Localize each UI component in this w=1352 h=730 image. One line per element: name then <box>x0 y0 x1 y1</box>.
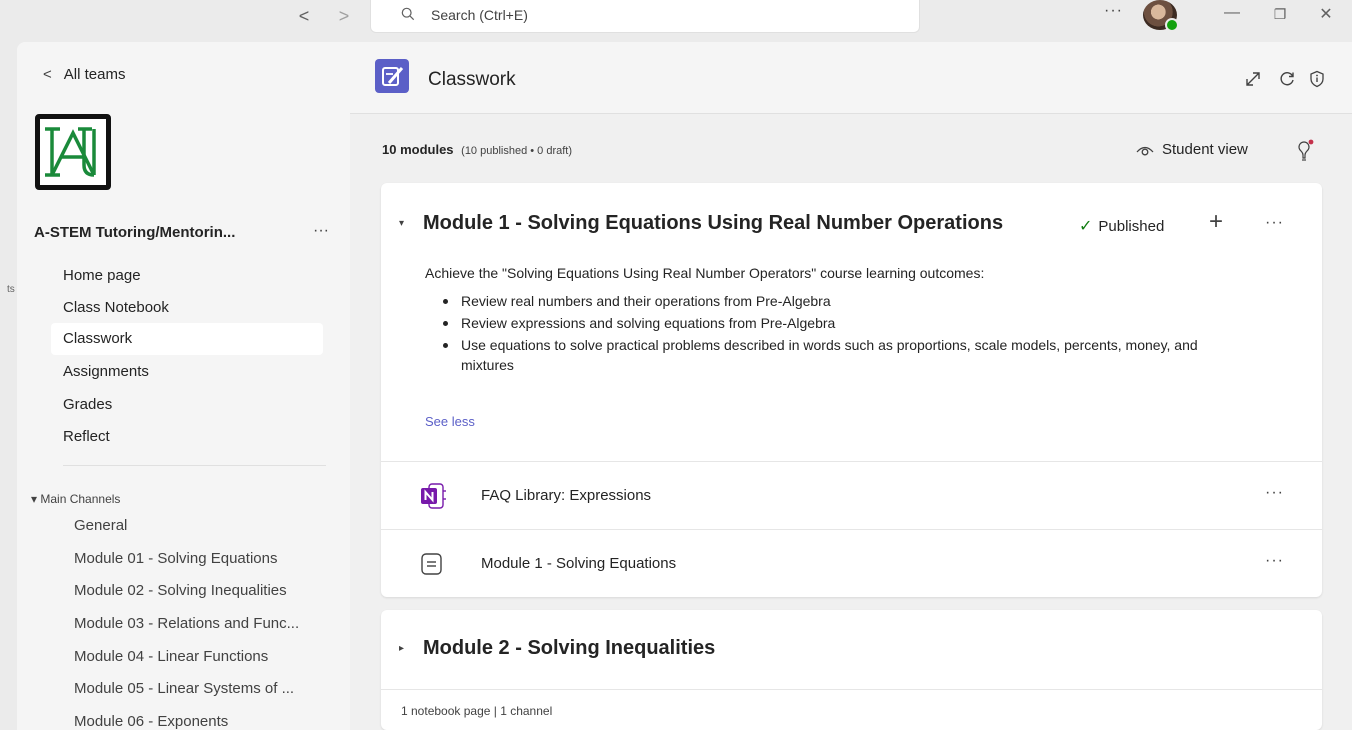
channel-general[interactable]: General <box>74 517 127 534</box>
shield-info-icon[interactable] <box>1308 70 1326 88</box>
search-box[interactable]: Search (Ctrl+E) <box>370 0 920 33</box>
module-resource-summary: 1 notebook page | 1 channel <box>401 704 553 718</box>
module-description: Achieve the "Solving Equations Using Rea… <box>425 265 985 281</box>
channel-module-06[interactable]: Module 06 - Exponents <box>74 713 228 730</box>
learning-outcome: Review expressions and solving equations… <box>425 313 1245 333</box>
add-resource-button[interactable]: + <box>1209 208 1223 236</box>
back-arrow-button[interactable]: < <box>294 6 314 27</box>
all-teams-label: All teams <box>63 66 126 83</box>
module-card: ▾ Module 1 - Solving Equations Using Rea… <box>381 183 1322 597</box>
channel-post-icon <box>421 553 442 575</box>
restore-button[interactable]: ❐ <box>1270 6 1290 23</box>
team-logo <box>35 114 111 190</box>
avatar[interactable] <box>1143 0 1179 32</box>
modules-count: 10 modules <box>382 142 454 157</box>
presence-available-icon <box>1165 18 1179 32</box>
forward-arrow-button[interactable]: > <box>334 6 354 27</box>
close-button[interactable]: ✕ <box>1316 4 1336 24</box>
resource-label: Module 1 - Solving Equations <box>481 555 677 572</box>
minimize-button[interactable]: — <box>1222 4 1242 22</box>
team-name: A-STEM Tutoring/Mentorin... <box>34 224 236 241</box>
main-pane: Classwork 10 modules (10 published • 0 d… <box>350 42 1352 730</box>
learning-outcome: Use equations to solve practical problem… <box>425 335 1245 375</box>
page-title: Classwork <box>428 69 516 90</box>
search-placeholder: Search (Ctrl+E) <box>431 7 528 23</box>
see-less-link[interactable]: See less <box>425 414 475 429</box>
team-logo-icon <box>45 127 96 177</box>
classwork-header: Classwork <box>350 42 1352 114</box>
all-teams-link[interactable]: < All teams <box>43 66 125 83</box>
lightbulb-icon[interactable] <box>1294 139 1314 161</box>
resource-more-button[interactable]: ··· <box>1265 484 1284 502</box>
modules-summary: 10 modules (10 published • 0 draft) <box>382 142 572 157</box>
module-title: Module 2 - Solving Inequalities <box>423 637 716 659</box>
published-label: Published <box>1098 217 1165 235</box>
sidebar-divider <box>63 465 326 466</box>
resource-label: FAQ Library: Expressions <box>481 487 652 504</box>
classwork-app-icon <box>375 59 409 93</box>
team-sidebar: < All teams A-STEM Tutoring/Mentorin... … <box>17 42 350 730</box>
search-icon <box>401 7 415 21</box>
nav-class-notebook[interactable]: Class Notebook <box>51 292 323 324</box>
channel-module-01[interactable]: Module 01 - Solving Equations <box>74 550 277 567</box>
nav-classwork[interactable]: Classwork <box>51 323 323 355</box>
check-icon: ✓ <box>1079 218 1093 235</box>
modules-detail: (10 published • 0 draft) <box>461 145 573 157</box>
channel-module-03[interactable]: Module 03 - Relations and Func... <box>74 615 299 632</box>
learning-outcomes-list: Review real numbers and their operations… <box>425 291 1245 377</box>
resource-more-button[interactable]: ··· <box>1265 552 1284 570</box>
module-card: ▸ Module 2 - Solving Inequalities 1 note… <box>381 610 1322 730</box>
notification-dot-icon <box>1308 139 1314 145</box>
channel-module-04[interactable]: Module 04 - Linear Functions <box>74 648 268 665</box>
nav-assignments[interactable]: Assignments <box>51 356 323 388</box>
resource-row[interactable]: FAQ Library: Expressions ··· <box>381 461 1322 529</box>
module-more-button[interactable]: ··· <box>1265 214 1284 232</box>
resource-row[interactable]: Module 1 - Solving Equations ··· <box>381 529 1322 597</box>
caret-down-icon[interactable]: ▾ <box>399 218 409 229</box>
published-status: ✓ Published <box>1079 216 1164 236</box>
nav-home-page[interactable]: Home page <box>51 260 323 292</box>
student-view-label: Student view <box>1162 141 1248 158</box>
refresh-icon[interactable] <box>1278 70 1296 88</box>
rail-partial-label: ts <box>7 284 15 295</box>
learning-outcome: Review real numbers and their operations… <box>425 291 1245 311</box>
chevron-left-icon: < <box>43 66 52 83</box>
nav-reflect[interactable]: Reflect <box>51 421 323 453</box>
module-footer: 1 notebook page | 1 channel <box>381 689 1322 730</box>
title-bar: < > Search (Ctrl+E) ··· — ❐ ✕ <box>0 0 1352 42</box>
main-channels-toggle[interactable]: ▾ Main Channels <box>31 492 120 506</box>
caret-right-icon[interactable]: ▸ <box>399 643 409 654</box>
module-header[interactable]: ▾ Module 1 - Solving Equations Using Rea… <box>399 212 1003 235</box>
more-options-button[interactable]: ··· <box>1104 2 1123 20</box>
module-header[interactable]: ▸ Module 2 - Solving Inequalities <box>399 637 715 660</box>
onenote-icon <box>421 483 446 509</box>
channel-module-02[interactable]: Module 02 - Solving Inequalities <box>74 582 287 599</box>
student-view-button[interactable]: Student view <box>1136 141 1248 158</box>
team-more-button[interactable]: ··· <box>313 222 329 240</box>
nav-grades[interactable]: Grades <box>51 389 323 421</box>
module-title: Module 1 - Solving Equations Using Real … <box>423 212 1004 234</box>
eye-icon <box>1136 146 1154 155</box>
channel-module-05[interactable]: Module 05 - Linear Systems of ... <box>74 680 294 697</box>
expand-icon[interactable] <box>1244 70 1262 88</box>
